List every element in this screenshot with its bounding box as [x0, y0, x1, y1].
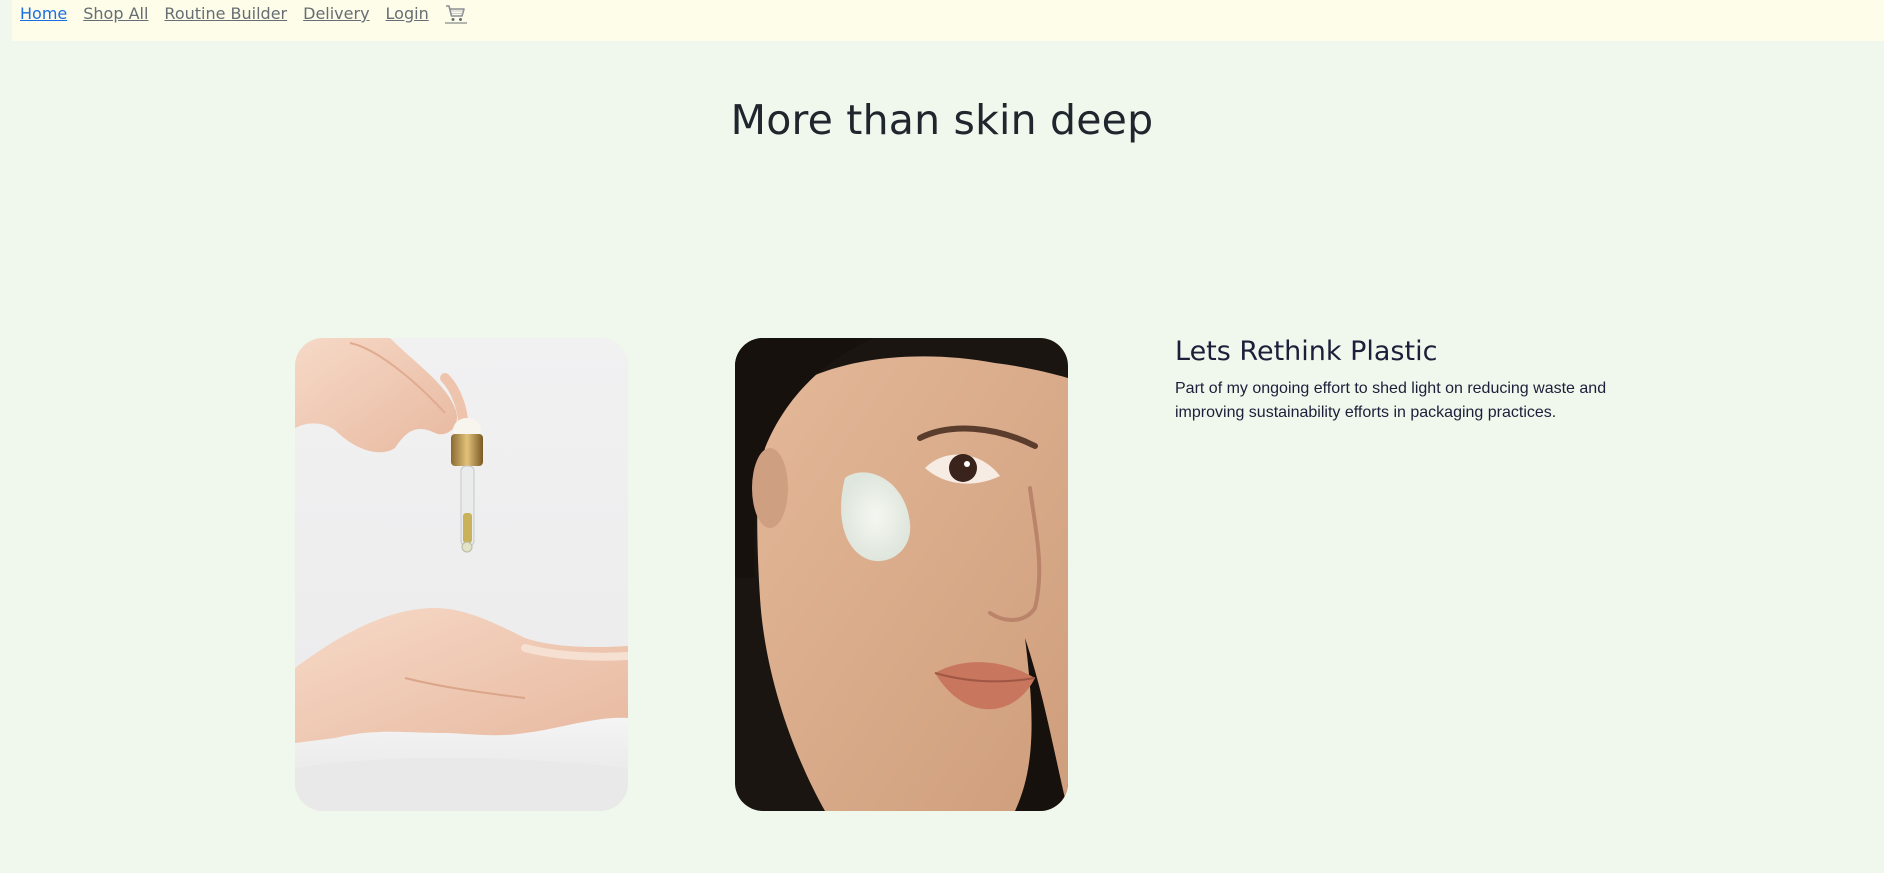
nav-link-cart[interactable]: [444, 4, 467, 24]
article-block: Lets Rethink Plastic Part of my ongoing …: [1175, 336, 1615, 425]
nav-link-shop-all[interactable]: Shop All: [83, 4, 148, 23]
page-title: More than skin deep: [730, 96, 1154, 144]
article-body: Part of my ongoing effort to shed light …: [1175, 380, 1607, 421]
hands-serum-dropper-photo: [295, 338, 628, 811]
nav-link-routine-builder[interactable]: Routine Builder: [164, 4, 287, 23]
nav-link-home[interactable]: Home: [20, 4, 67, 23]
nav-link-delivery[interactable]: Delivery: [303, 4, 369, 23]
article-title: Lets Rethink Plastic: [1175, 336, 1438, 367]
woman-face-cream-photo: [735, 338, 1068, 811]
nav-link-login[interactable]: Login: [386, 4, 429, 23]
cart-icon: [444, 4, 467, 23]
top-navbar: Home Shop All Routine Builder Delivery L…: [12, 0, 1884, 41]
